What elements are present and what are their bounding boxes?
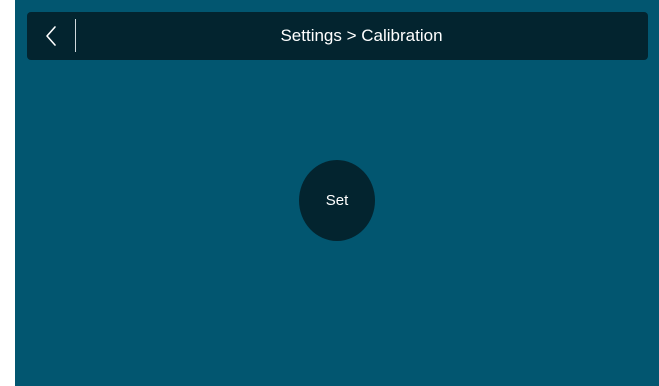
set-button[interactable]: Set <box>299 160 375 241</box>
back-button[interactable] <box>27 12 75 60</box>
calibration-screen: Settings > Calibration Set <box>15 0 659 386</box>
set-button-label: Set <box>325 192 349 209</box>
page-title: Settings > Calibration <box>280 26 443 45</box>
header-bar: Settings > Calibration <box>27 12 648 60</box>
chevron-left-icon <box>44 24 58 48</box>
